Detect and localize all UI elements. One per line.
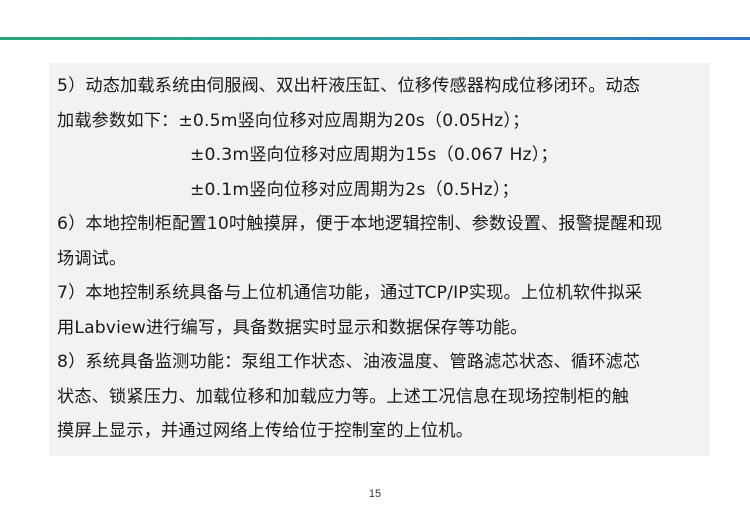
header-divider bbox=[0, 37, 750, 40]
paragraph-6-line-2: 场调试。 bbox=[57, 248, 127, 269]
page-number: 15 bbox=[368, 488, 382, 500]
paragraph-7-line-1: 7）本地控制系统具备与上位机通信功能，通过TCP/IP实现。上位机软件拟采 bbox=[57, 283, 643, 303]
paragraph-5-line-1: 5）动态加载系统由伺服阀、双出杆液压缸、位移传感器构成位移闭环。动态 bbox=[57, 76, 641, 96]
paragraph-5-line-3: ±0.3m竖向位移对应周期为15s（0.067 Hz）； bbox=[190, 145, 558, 165]
paragraph-5-line-2: 加载参数如下：±0.5m竖向位移对应周期为20s（0.05Hz）； bbox=[57, 110, 530, 131]
paragraph-8-line-1: 8）系统具备监测功能：泵组工作状态、油液温度、管路滤芯状态、循环滤芯 bbox=[57, 352, 641, 372]
paragraph-6-line-1: 6）本地控制柜配置10吋触摸屏，便于本地逻辑控制、参数设置、报警提醒和现 bbox=[57, 214, 663, 234]
paragraph-8-line-2: 状态、锁紧压力、加载位移和加载应力等。上述工况信息在现场控制柜的触 bbox=[57, 386, 630, 407]
paragraph-7-line-2: 用Labview进行编写，具备数据实时显示和数据保存等功能。 bbox=[57, 317, 528, 338]
content-box: 5）动态加载系统由伺服阀、双出杆液压缸、位移传感器构成位移闭环。动态 加载参数如… bbox=[49, 63, 710, 456]
paragraph-5-line-4: ±0.1m竖向位移对应周期为2s（0.5Hz）； bbox=[190, 179, 519, 200]
paragraph-8-line-3: 摸屏上显示，并通过网络上传给位于控制室的上位机。 bbox=[57, 421, 474, 441]
